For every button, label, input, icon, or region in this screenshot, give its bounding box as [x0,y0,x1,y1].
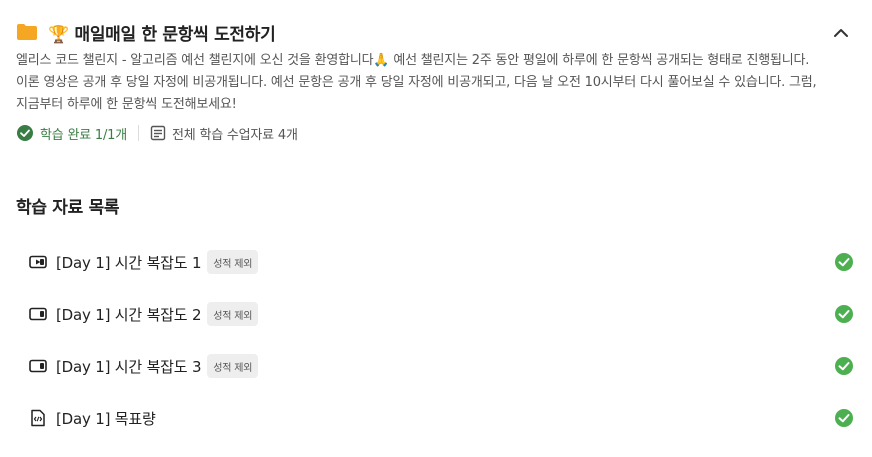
check-circle-icon [16,124,34,142]
exclude-grade-badge: 성적 제외 [207,354,259,378]
list-item[interactable]: [Day 1] 시간 복잡도 1 성적 제외 [0,236,872,288]
divider [138,125,139,141]
video-icon [29,357,47,375]
list-item[interactable]: [Day 1] 시간 복잡도 2 성적 제외 [0,288,872,340]
progress-meta: 학습 완료 1/1개 전체 학습 수업자료 4개 [16,122,298,144]
section-title: 🏆 매일매일 한 문항씩 도전하기 [48,20,276,45]
collapse-button[interactable] [830,22,852,44]
completion-status: 학습 완료 1/1개 [16,124,127,143]
materials-heading: 학습 자료 목록 [16,198,120,218]
completed-check-icon [834,356,854,376]
description-line-2: 이론 영상은 공개 후 당일 자정에 비공개됩니다. 예선 문항은 공개 후 당… [16,75,817,90]
title-text: 매일매일 한 문항씩 도전하기 [74,24,276,45]
video-icon [29,305,47,323]
document-list-icon [150,125,166,141]
item-label: [Day 1] 시간 복잡도 3 [56,357,202,376]
completion-label: 학습 완료 1/1개 [40,127,127,143]
total-label: 전체 학습 수업자료 4개 [172,127,298,143]
exclude-grade-badge: 성적 제외 [207,250,259,274]
trophy-emoji: 🏆 [48,24,69,45]
chevron-up-icon [834,29,848,37]
pray-emoji: 🙏 [373,53,390,68]
section-header: 🏆 매일매일 한 문항씩 도전하기 [16,20,860,45]
description-line-3: 지금부터 하루에 한 문항씩 도전해보세요! [16,97,237,112]
completed-check-icon [834,304,854,324]
description-line-1: 엘리스 코드 챌린지 - 알고리즘 예선 챌린지에 오신 것을 환영합니다🙏 예… [16,53,810,68]
materials-list: [Day 1] 시간 복잡도 1 성적 제외 [Day 1] 시간 복잡도 2 … [0,236,872,444]
item-label: [Day 1] 시간 복잡도 1 [56,253,202,272]
exclude-grade-badge: 성적 제외 [207,302,259,326]
folder-icon [16,21,38,43]
completed-check-icon [834,252,854,272]
code-file-icon [29,409,47,427]
list-item[interactable]: [Day 1] 목표량 [0,392,872,444]
item-label: [Day 1] 목표량 [56,409,156,428]
list-item[interactable]: [Day 1] 시간 복잡도 3 성적 제외 [0,340,872,392]
completed-check-icon [834,408,854,428]
total-materials: 전체 학습 수업자료 4개 [150,124,298,143]
section-description: 엘리스 코드 챌린지 - 알고리즘 예선 챌린지에 오신 것을 환영합니다🙏 예… [16,50,836,116]
video-icon [29,253,47,271]
item-label: [Day 1] 시간 복잡도 2 [56,305,202,324]
